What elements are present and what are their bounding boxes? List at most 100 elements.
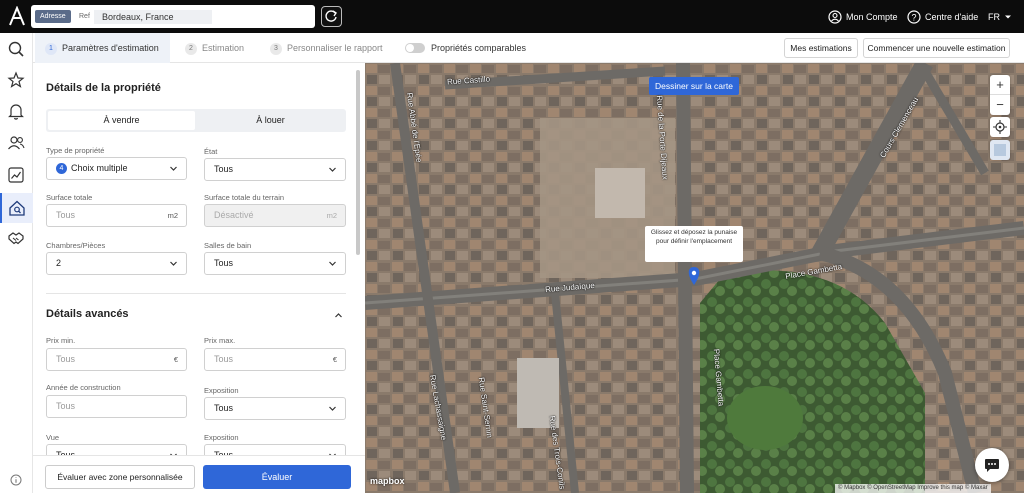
layers-icon <box>994 144 1006 156</box>
rent-option[interactable]: À louer <box>197 111 344 130</box>
sale-option[interactable]: À vendre <box>48 111 195 130</box>
tab-label: Estimation <box>202 43 245 53</box>
logo-icon[interactable] <box>8 6 26 26</box>
tab-label: Paramètres d'estimation <box>62 43 159 53</box>
comparables-label: Propriétés comparables <box>431 43 527 53</box>
view-label: Vue <box>46 433 60 442</box>
pin-tooltip: Glissez et déposez la punaise pour défin… <box>645 226 743 262</box>
property-details-title: Détails de la propriété <box>46 82 161 94</box>
chat-button[interactable] <box>975 448 1009 482</box>
build-year-placeholder: Tous <box>56 401 76 411</box>
chevron-down-icon <box>170 261 177 266</box>
refresh-button[interactable] <box>321 6 342 27</box>
mode-ref-tab[interactable]: Ref <box>79 10 90 23</box>
property-type-value: Choix multiple <box>71 163 128 173</box>
map-attribution[interactable]: © Mapbox © OpenStreetMap Improve this ma… <box>835 484 991 493</box>
price-max-placeholder: Tous <box>214 354 234 364</box>
estimation-nav-item[interactable] <box>0 193 33 223</box>
state-value: Tous <box>214 164 234 174</box>
zoom-out-button[interactable]: − <box>990 95 1010 115</box>
form-scrollbar[interactable] <box>356 70 360 255</box>
land-surface-label: Surface totale du terrain <box>204 193 285 202</box>
total-surface-label: Surface totale <box>46 193 93 202</box>
satellite-imagery <box>365 63 1024 493</box>
chevron-down-icon <box>329 406 336 411</box>
info-icon[interactable] <box>10 474 22 486</box>
map-view[interactable]: Dessiner sur la carte + − Glissez et dép… <box>365 63 1024 493</box>
evaluate-button[interactable]: Évaluer <box>203 465 351 489</box>
tab-parametres[interactable]: 1 Paramètres d'estimation <box>35 33 170 63</box>
mapbox-logo: mapbox <box>370 476 405 486</box>
rooms-label: Chambres/Pièces <box>46 241 106 250</box>
tab-label: Personnaliser le rapport <box>287 43 383 53</box>
advanced-details-title: Détails avancés <box>46 308 129 320</box>
price-max-input[interactable]: Tous € <box>204 348 346 371</box>
new-estimation-button[interactable]: Commencer une nouvelle estimation <box>863 38 1010 58</box>
map-style-button[interactable] <box>990 140 1010 160</box>
exposure-value: Tous <box>214 403 234 413</box>
state-label: État <box>204 147 218 156</box>
draw-on-map-button[interactable]: Dessiner sur la carte <box>649 77 739 95</box>
build-year-input[interactable]: Tous <box>46 395 187 418</box>
bell-icon[interactable] <box>5 100 27 122</box>
svg-text:?: ? <box>911 13 916 23</box>
tab-number: 3 <box>270 42 282 55</box>
exposure-select[interactable]: Tous <box>204 397 346 420</box>
custom-zone-button[interactable]: Évaluer avec zone personnalisée <box>45 465 195 489</box>
property-type-label: Type de propriété <box>46 146 105 155</box>
search-box[interactable]: Adresse Ref Bordeaux, France <box>31 5 315 28</box>
zoom-in-button[interactable]: + <box>990 75 1010 95</box>
account-icon[interactable] <box>828 10 842 24</box>
language-select[interactable]: FR <box>988 10 1000 24</box>
state-select[interactable]: Tous <box>204 158 346 181</box>
locate-button[interactable] <box>990 117 1010 137</box>
divider <box>46 293 346 294</box>
users-icon[interactable] <box>5 132 27 154</box>
house-search-icon <box>9 200 25 216</box>
chat-icon <box>985 459 999 472</box>
tab-personnaliser[interactable]: 3 Personnaliser le rapport <box>270 33 383 63</box>
chevron-down-icon <box>329 261 336 266</box>
form-footer: Évaluer avec zone personnalisée Évaluer <box>33 455 365 493</box>
handshake-icon[interactable] <box>5 227 27 249</box>
tab-estimation[interactable]: 2 Estimation <box>185 33 244 63</box>
currency-label: € <box>173 355 178 364</box>
chevron-up-icon[interactable] <box>334 311 343 320</box>
exposure2-label: Exposition <box>204 433 239 442</box>
zoom-control: + − <box>990 75 1010 115</box>
land-surface-placeholder: Désactivé <box>214 210 254 220</box>
left-rail <box>0 33 33 493</box>
estimation-form: Détails de la propriété À vendre À louer… <box>33 63 365 493</box>
price-min-placeholder: Tous <box>56 354 76 364</box>
search-input[interactable]: Bordeaux, France <box>94 10 212 24</box>
currency-label: € <box>332 355 337 364</box>
my-estimations-button[interactable]: Mes estimations <box>784 38 858 58</box>
price-min-input[interactable]: Tous € <box>46 348 187 371</box>
property-type-select[interactable]: 4 Choix multiple <box>46 157 187 180</box>
total-surface-placeholder: Tous <box>56 210 76 220</box>
unit-label: m2 <box>167 211 178 220</box>
transaction-toggle: À vendre À louer <box>46 109 346 132</box>
exposure-label: Exposition <box>204 386 239 395</box>
chevron-down-icon <box>1005 15 1011 19</box>
build-year-label: Année de construction <box>46 383 121 392</box>
help-icon[interactable]: ? <box>907 10 921 24</box>
help-link[interactable]: Centre d'aide <box>925 10 978 24</box>
price-max-label: Prix max. <box>204 336 236 345</box>
bathrooms-select[interactable]: Tous <box>204 252 346 275</box>
step-tabs: 1 Paramètres d'estimation 2 Estimation 3 Pe… <box>33 33 1024 63</box>
star-icon[interactable] <box>5 69 27 91</box>
crosshair-icon <box>993 120 1007 134</box>
chart-icon[interactable] <box>5 164 27 186</box>
chevron-down-icon <box>170 166 177 171</box>
comparables-toggle[interactable] <box>405 43 425 53</box>
selection-count-badge: 4 <box>56 163 67 175</box>
account-link[interactable]: Mon Compte <box>846 10 898 24</box>
total-surface-input[interactable]: Tous m2 <box>46 204 187 227</box>
mode-address-tab[interactable]: Adresse <box>35 10 71 23</box>
refresh-icon <box>325 10 337 22</box>
bathrooms-label: Salles de bain <box>204 241 252 250</box>
rooms-select[interactable]: 2 <box>46 252 187 275</box>
tab-number: 1 <box>45 42 57 55</box>
search-icon[interactable] <box>5 38 27 60</box>
